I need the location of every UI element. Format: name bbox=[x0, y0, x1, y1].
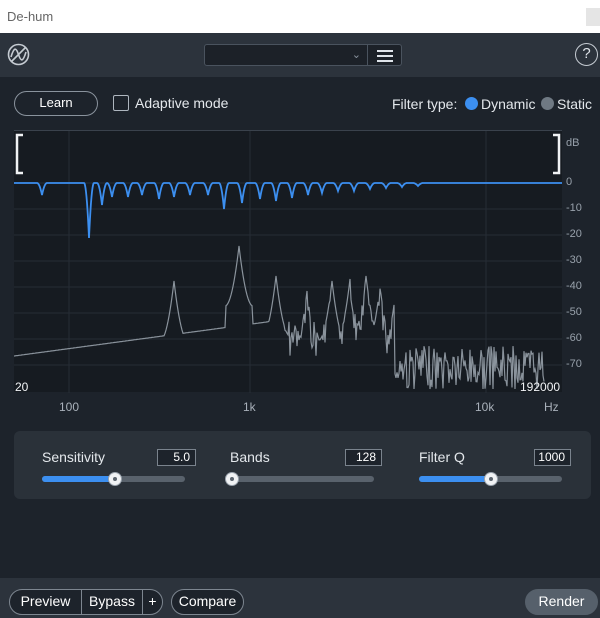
plugin-header: ⌄ ? bbox=[0, 33, 600, 77]
sensitivity-label: Sensitivity bbox=[42, 449, 106, 465]
db-axis: dB 0 -10 -20 -30 -40 -50 -60 -70 bbox=[562, 130, 600, 392]
db-unit-label: dB bbox=[566, 137, 580, 149]
sensitivity-value-field[interactable]: 5.0 bbox=[157, 449, 196, 466]
bands-label: Bands bbox=[230, 449, 270, 465]
filter-type-dynamic-radio[interactable] bbox=[465, 97, 478, 110]
bands-slider-handle[interactable] bbox=[225, 472, 239, 486]
sensitivity-slider-fill bbox=[42, 476, 115, 482]
frequency-axis: 100 1k 10k Hz bbox=[0, 392, 600, 422]
spectrum-graph bbox=[14, 131, 562, 393]
adaptive-mode-label[interactable]: Adaptive mode bbox=[135, 95, 228, 111]
db-tick: -20 bbox=[566, 228, 582, 240]
preset-dropdown[interactable]: ⌄ bbox=[204, 44, 368, 66]
freq-tick: 1k bbox=[243, 400, 256, 414]
freq-tick: 10k bbox=[475, 400, 495, 414]
db-tick: 0 bbox=[566, 176, 573, 188]
filter-type-static-radio[interactable] bbox=[541, 97, 554, 110]
db-tick: -40 bbox=[566, 280, 582, 292]
filter-q-slider-handle[interactable] bbox=[483, 472, 498, 486]
compare-button[interactable]: Compare bbox=[171, 589, 244, 615]
dehum-logo-icon bbox=[7, 43, 30, 66]
filter-q-slider-fill bbox=[419, 476, 491, 482]
bands-value-field[interactable]: 128 bbox=[345, 449, 382, 466]
window-control-button[interactable] bbox=[586, 8, 600, 26]
learn-button[interactable]: Learn bbox=[14, 91, 98, 116]
filter-q-value-field[interactable]: 1000 bbox=[534, 449, 571, 466]
menu-icon bbox=[377, 50, 393, 52]
bands-slider[interactable] bbox=[225, 472, 374, 486]
spectrum-display[interactable] bbox=[14, 130, 562, 393]
adaptive-mode-checkbox[interactable] bbox=[113, 95, 129, 111]
window-title: De-hum bbox=[7, 9, 54, 24]
filter-q-label: Filter Q bbox=[419, 449, 465, 465]
db-tick: -50 bbox=[566, 306, 582, 318]
footer-bar: Preview Bypass + Compare Render bbox=[0, 578, 600, 618]
parameters-panel: Sensitivity 5.0 Bands 128 Filter Q 1000 bbox=[14, 431, 591, 499]
chevron-down-icon: ⌄ bbox=[351, 49, 361, 61]
preview-button[interactable]: Preview bbox=[9, 589, 82, 615]
render-button[interactable]: Render bbox=[525, 589, 598, 615]
filter-type-label: Filter type: bbox=[392, 96, 458, 112]
db-tick: -70 bbox=[566, 358, 582, 370]
sensitivity-slider-handle[interactable] bbox=[107, 472, 122, 486]
menu-icon bbox=[377, 60, 393, 62]
preset-menu-button[interactable] bbox=[368, 44, 402, 66]
title-bar: De-hum bbox=[0, 0, 600, 33]
filter-curve-line bbox=[14, 182, 562, 239]
freq-unit-label: Hz bbox=[544, 400, 559, 414]
db-tick: -60 bbox=[566, 332, 582, 344]
freq-tick: 100 bbox=[59, 400, 80, 414]
filter-type-dynamic-label[interactable]: Dynamic bbox=[481, 96, 535, 112]
filter-q-slider[interactable] bbox=[419, 472, 562, 486]
bypass-button[interactable]: Bypass bbox=[81, 589, 143, 615]
sensitivity-slider[interactable] bbox=[42, 472, 185, 486]
audio-spectrum-line bbox=[14, 245, 545, 390]
help-button[interactable]: ? bbox=[575, 43, 598, 66]
db-tick: -10 bbox=[566, 202, 582, 214]
menu-icon bbox=[377, 55, 393, 57]
filter-type-static-label[interactable]: Static bbox=[557, 96, 592, 112]
db-tick: -30 bbox=[566, 254, 582, 266]
controls-bar: Learn Adaptive mode Filter type: Dynamic… bbox=[0, 77, 600, 127]
left-range-handle[interactable] bbox=[15, 133, 23, 175]
right-range-handle[interactable] bbox=[553, 133, 561, 175]
bypass-add-button[interactable]: + bbox=[142, 589, 163, 615]
